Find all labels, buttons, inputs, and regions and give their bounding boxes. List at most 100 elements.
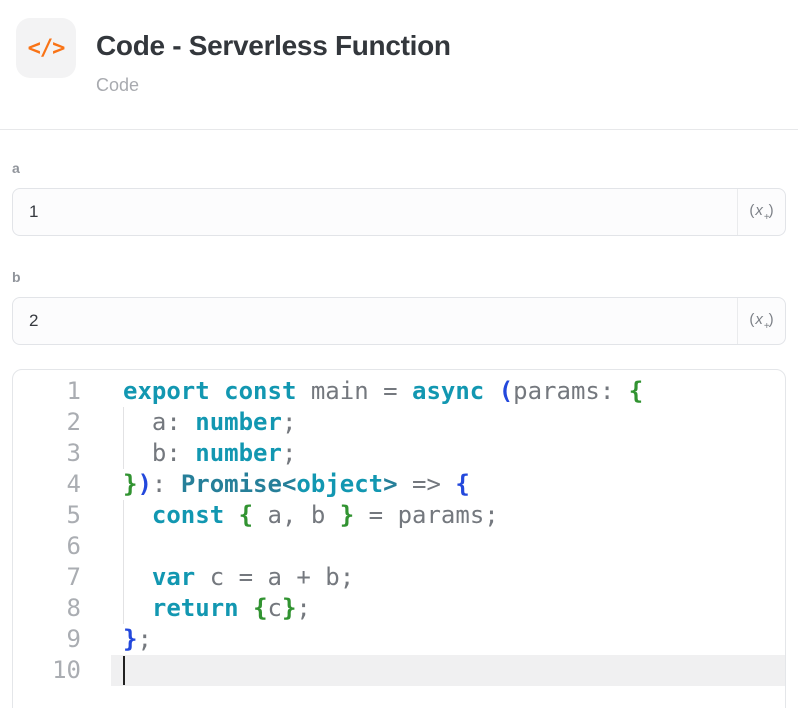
code-line-content: return {c}; [111, 593, 785, 624]
insert-expression-icon: (x+) [749, 311, 773, 332]
code-token: } [340, 501, 354, 529]
code-line-content: a: number; [111, 407, 785, 438]
indent-guide [123, 531, 124, 562]
code-line-content: }; [111, 624, 785, 655]
code-line[interactable]: 8 return {c}; [13, 593, 785, 624]
code-line[interactable]: 10 [13, 655, 785, 686]
code-token: export [123, 377, 210, 405]
line-number: 9 [13, 624, 81, 655]
indent-guide [123, 593, 124, 624]
code-token: { [629, 377, 643, 405]
code-line[interactable]: 4}): Promise<object> => { [13, 469, 785, 500]
indent-guide [123, 438, 124, 469]
code-token: => [398, 470, 456, 498]
code-token: c = a + b; [195, 563, 354, 591]
code-token: > [383, 470, 397, 498]
code-token: const [224, 377, 296, 405]
code-token: b: [123, 439, 195, 467]
code-token [123, 501, 152, 529]
code-token: ) [137, 470, 151, 498]
code-token: { [455, 470, 469, 498]
field-b-input[interactable] [13, 298, 737, 344]
field-a-insert-expression-button[interactable]: (x+) [737, 189, 785, 235]
code-token: = params; [354, 501, 499, 529]
indent-guide [123, 407, 124, 438]
indent-guide [123, 500, 124, 531]
code-token: ; [282, 439, 296, 467]
field-b-row: (x+) [12, 297, 786, 345]
code-token: c [268, 594, 282, 622]
field-a-label: a [12, 160, 786, 176]
code-token: main = [296, 377, 412, 405]
code-token: a, b [253, 501, 340, 529]
code-line[interactable]: 1 export const main = async (params: { [13, 376, 785, 407]
code-token: { [253, 594, 267, 622]
code-token: < [282, 470, 296, 498]
code-line[interactable]: 7 var c = a + b; [13, 562, 785, 593]
code-line[interactable]: 5 const { a, b } = params; [13, 500, 785, 531]
field-a-row: (x+) [12, 188, 786, 236]
line-number: 8 [13, 593, 81, 624]
line-number: 5 [13, 500, 81, 531]
code-token: async [412, 377, 484, 405]
code-token: { [239, 501, 253, 529]
code-lines: 1export const main = async (params: {2 a… [13, 376, 785, 686]
page-subtitle: Code [96, 75, 451, 96]
code-token: ; [137, 625, 151, 653]
field-b: b (x+) [12, 269, 786, 345]
code-line-content [111, 655, 785, 686]
code-token: number [195, 408, 282, 436]
line-number: 2 [13, 407, 81, 438]
code-line[interactable]: 2 a: number; [13, 407, 785, 438]
code-token: } [123, 470, 137, 498]
line-number: 3 [13, 438, 81, 469]
field-a: a (x+) [12, 160, 786, 236]
code-line-content: var c = a + b; [111, 562, 785, 593]
code-token: ; [282, 408, 296, 436]
code-line-content: const { a, b } = params; [111, 500, 785, 531]
code-token: ; [296, 594, 310, 622]
code-line-content: }): Promise<object> => { [111, 469, 785, 500]
code-token: number [195, 439, 282, 467]
header: </> Code - Serverless Function Code [0, 0, 798, 130]
code-token: a: [123, 408, 195, 436]
field-b-label: b [12, 269, 786, 285]
code-token: : [152, 470, 181, 498]
header-divider [0, 129, 798, 130]
line-number: 7 [13, 562, 81, 593]
code-line-content: b: number; [111, 438, 785, 469]
field-a-input[interactable] [13, 189, 737, 235]
code-token [123, 594, 152, 622]
code-line-content: export const main = async (params: { [111, 376, 785, 407]
line-number: 4 [13, 469, 81, 500]
code-token: object [296, 470, 383, 498]
code-line[interactable]: 9}; [13, 624, 785, 655]
input-fields-section: a (x+) b (x+) [0, 160, 798, 345]
page-title: Code - Serverless Function [96, 30, 451, 62]
line-number: 1 [13, 376, 81, 407]
code-editor[interactable]: 1export const main = async (params: {2 a… [12, 369, 786, 708]
code-glyph: </> [28, 36, 65, 61]
code-token: params: [513, 377, 629, 405]
text-cursor [123, 656, 125, 685]
code-line[interactable]: 6 [13, 531, 785, 562]
code-token: } [123, 625, 137, 653]
indent-guide [123, 562, 124, 593]
code-token: return [152, 594, 239, 622]
code-token [239, 594, 253, 622]
insert-expression-icon: (x+) [749, 202, 773, 223]
code-component-icon: </> [16, 18, 76, 78]
line-number: 6 [13, 531, 81, 562]
line-number: 10 [13, 655, 81, 686]
code-token: Promise [181, 470, 282, 498]
code-token [123, 563, 152, 591]
code-line-content [111, 531, 785, 562]
code-token: } [282, 594, 296, 622]
code-token [484, 377, 498, 405]
code-token: var [152, 563, 195, 591]
code-line[interactable]: 3 b: number; [13, 438, 785, 469]
field-b-insert-expression-button[interactable]: (x+) [737, 298, 785, 344]
code-token [224, 501, 238, 529]
code-token [210, 377, 224, 405]
code-token: const [152, 501, 224, 529]
